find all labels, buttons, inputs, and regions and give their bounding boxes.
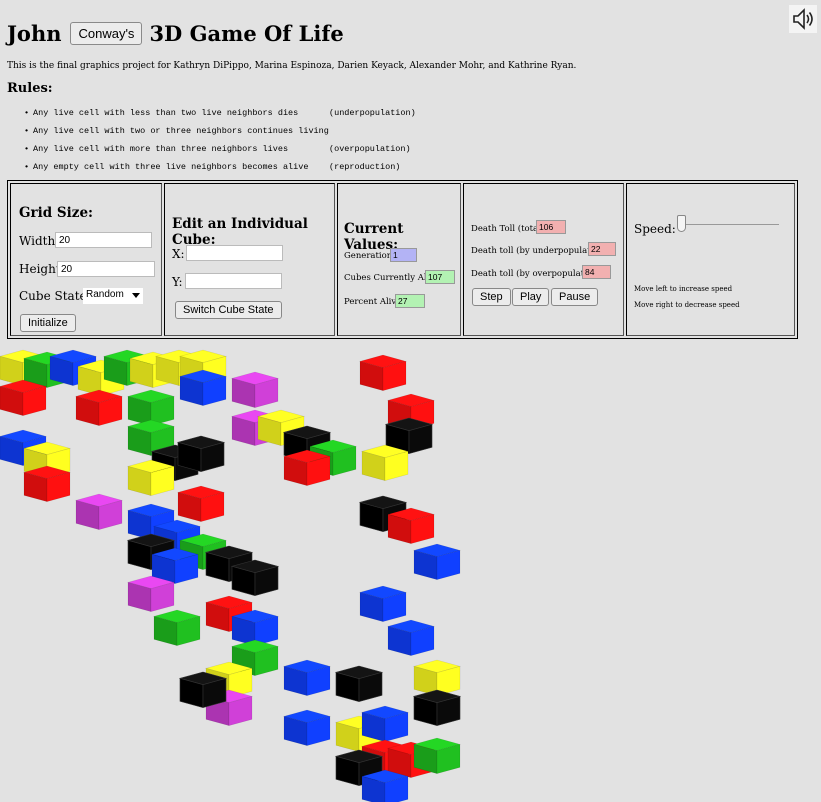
- life-cube: [334, 665, 384, 703]
- cube-states-select[interactable]: Random: [83, 288, 143, 304]
- alive-value: 107: [425, 270, 455, 284]
- rule-item: • Any empty cell with three live neighbor…: [24, 158, 416, 176]
- life-cube: [412, 689, 462, 727]
- bullet-icon: •: [24, 162, 30, 172]
- bullet-icon: •: [24, 144, 30, 154]
- life-cube: [386, 507, 436, 545]
- life-cube: [386, 619, 436, 657]
- life-cube: [360, 769, 410, 802]
- life-cube: [178, 369, 228, 407]
- life-cube: [176, 435, 226, 473]
- y-input[interactable]: [185, 273, 282, 289]
- death-over-value: 84: [582, 265, 611, 279]
- rule-item: • Any live cell with less than two live n…: [24, 104, 416, 122]
- percent-alive-value: 27: [395, 294, 425, 308]
- rule-item: • Any live cell with two or three neighbo…: [24, 122, 416, 140]
- life-cube: [282, 709, 332, 747]
- edit-cube-panel: Edit an Individual Cube: X: Y: Switch Cu…: [164, 183, 335, 336]
- speed-slider-thumb[interactable]: [677, 215, 686, 232]
- speed-hint-right: Move right to decrease speed: [634, 301, 740, 309]
- edit-cube-heading: Edit an Individual Cube:: [172, 216, 308, 248]
- life-cube: [74, 493, 124, 531]
- y-label: Y:: [172, 275, 183, 289]
- rule-text: Any live cell with less than two live ne…: [33, 108, 299, 118]
- life-cube: [22, 465, 72, 503]
- play-button[interactable]: Play: [512, 288, 550, 306]
- rule-note: (reproduction): [329, 162, 401, 172]
- grid-size-heading: Grid Size:: [19, 205, 94, 221]
- life-cube: [412, 737, 462, 775]
- life-cube: [230, 371, 280, 409]
- death-total-value: 106: [536, 220, 566, 234]
- rule-text: Any empty cell with three live neighbors…: [33, 162, 309, 172]
- height-input[interactable]: [57, 261, 155, 277]
- life-cube: [282, 449, 332, 487]
- rule-text: Any live cell with two or three neighbor…: [33, 126, 329, 136]
- bullet-icon: •: [24, 126, 30, 136]
- life-cube: [176, 485, 226, 523]
- rules-list: • Any live cell with less than two live n…: [24, 104, 416, 176]
- chevron-down-icon: [132, 293, 140, 298]
- rule-text: Any live cell with more than three neigh…: [33, 144, 289, 154]
- x-label: X:: [172, 247, 185, 261]
- rule-note: (overpopulation): [329, 144, 411, 154]
- life-cube: [358, 354, 408, 392]
- grid-size-panel: Grid Size: Width: Height: Cube States: R…: [10, 183, 162, 336]
- width-label: Width:: [19, 234, 60, 248]
- life-cube: [126, 459, 176, 497]
- life-cube: [178, 671, 228, 709]
- life-cube: [74, 389, 124, 427]
- generation-value: 1: [390, 248, 417, 262]
- game-canvas[interactable]: [0, 348, 470, 802]
- speaker-icon[interactable]: [789, 5, 817, 33]
- speed-hint-left: Move left to increase speed: [634, 285, 733, 293]
- controls-table: Grid Size: Width: Height: Cube States: R…: [7, 180, 798, 339]
- conways-title-button[interactable]: Conway's: [70, 21, 143, 45]
- bullet-icon: •: [24, 108, 30, 118]
- generation-label: Generation:: [344, 251, 396, 261]
- speed-panel: Speed: Move left to increase speed Move …: [626, 183, 795, 336]
- cube-states-value: Random: [86, 289, 124, 300]
- speed-label: Speed:: [634, 222, 676, 236]
- speed-slider-track[interactable]: [677, 224, 779, 225]
- life-cube: [412, 543, 462, 581]
- life-cube: [282, 659, 332, 697]
- title-first-word: John: [7, 20, 62, 46]
- life-cube: [358, 585, 408, 623]
- life-cube: [360, 444, 410, 482]
- intro-text: This is the final graphics project for K…: [7, 61, 577, 71]
- pause-button[interactable]: Pause: [551, 288, 599, 306]
- width-input[interactable]: [55, 232, 152, 248]
- initialize-button[interactable]: Initialize: [20, 314, 76, 332]
- life-cube: [230, 559, 280, 597]
- rules-heading: Rules:: [7, 81, 53, 96]
- step-button[interactable]: Step: [472, 288, 511, 306]
- life-cube: [0, 379, 48, 417]
- life-cube: [126, 575, 176, 613]
- page-title: John Conway's 3D Game Of Life: [7, 18, 344, 48]
- death-under-value: 22: [588, 242, 616, 256]
- life-cube: [152, 609, 202, 647]
- x-input[interactable]: [186, 245, 283, 261]
- life-cube: [360, 705, 410, 743]
- switch-cube-state-button[interactable]: Switch Cube State: [175, 301, 282, 319]
- rule-item: • Any live cell with more than three neig…: [24, 140, 416, 158]
- rule-note: (underpopulation): [329, 108, 416, 118]
- current-values-panel: Current Values: Generation: 1 Cubes Curr…: [337, 183, 461, 336]
- cube-layer: [0, 349, 462, 802]
- title-rest: 3D Game Of Life: [149, 20, 344, 46]
- death-toll-panel: Death Toll (total): 106 Death toll (by u…: [463, 183, 624, 336]
